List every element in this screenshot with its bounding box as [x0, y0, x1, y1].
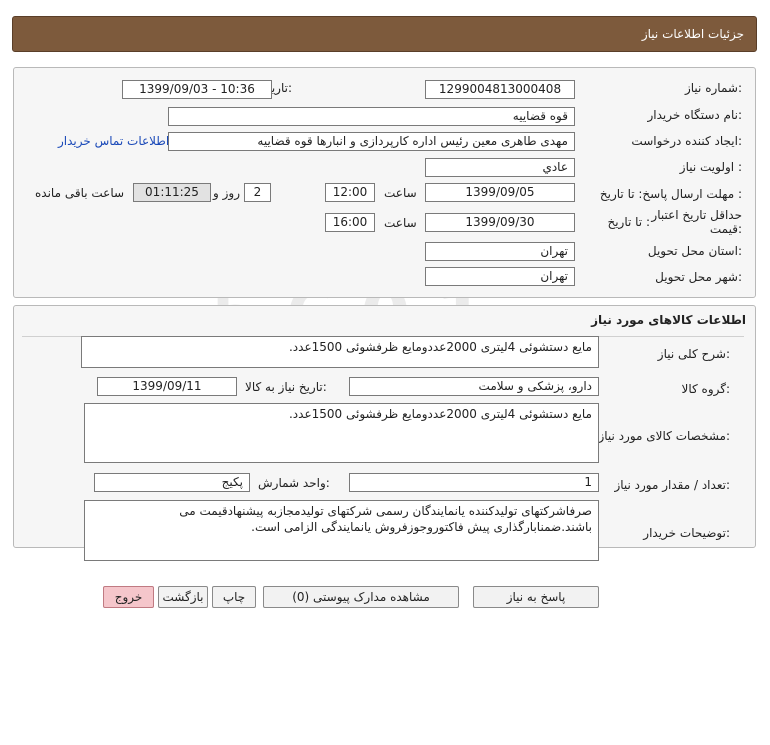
unit-label: واحد شمارش: [258, 476, 330, 490]
deadline-label: مهلت ارسال پاسخ: تا تاریخ : [599, 187, 742, 201]
deadline-time-field: 12:00 [325, 183, 375, 202]
validity-label: حداقل تاریخ اعتبار قیمت: [651, 208, 742, 236]
specs-label: مشخصات کالای مورد نیاز: [598, 429, 730, 443]
quantity-field: 1 [349, 473, 599, 492]
unit-field: پکیج [94, 473, 250, 492]
goods-group-label: گروه کالا: [681, 382, 731, 396]
buyer-contact-link[interactable]: اطلاعات تماس خریدار [58, 134, 169, 148]
deadline-date-field: 1399/09/05 [425, 183, 575, 202]
remaining-time-label: ساعت باقی مانده [35, 186, 125, 200]
need-number-field: 1299004813000408 [425, 80, 575, 99]
creator-label: ایجاد کننده درخواست: [631, 134, 742, 148]
summary-field: مایع دستشوئی 4لیتری 2000عددومایع ظرفشوئی… [81, 336, 599, 368]
goods-group-field: دارو، پزشکی و سلامت [349, 377, 599, 396]
buyer-org-field: قوه قضاییه [168, 107, 575, 126]
specs-field: مایع دستشوئی 4لیتری 2000عددومایع ظرفشوئی… [84, 403, 599, 463]
summary-label: شرح کلی نیاز: [657, 347, 730, 361]
days-remaining-field: 2 [244, 183, 271, 202]
validity-to-label: تا تاریخ : [607, 215, 650, 229]
reply-button[interactable]: پاسخ به نیاز [473, 586, 599, 608]
print-button[interactable]: چاپ [212, 586, 256, 608]
province-field: تهران [425, 242, 575, 261]
page-title: جزئیات اطلاعات نیاز [641, 27, 744, 41]
need-info-panel [13, 67, 756, 298]
goods-section-title: اطلاعات کالاهای مورد نیاز [591, 313, 746, 327]
need-number-label: شماره نیاز: [684, 81, 742, 95]
exit-button[interactable]: خروج [103, 586, 154, 608]
validity-time-field: 16:00 [325, 213, 375, 232]
buyer-notes-field: صرفاشرکتهای تولیدکننده یانمایندگان رسمی … [84, 500, 599, 561]
province-label: استان محل تحویل: [647, 244, 742, 258]
city-field: تهران [425, 267, 575, 286]
need-date-label: تاریخ نیاز به کالا: [245, 380, 327, 394]
city-label: شهر محل تحویل: [655, 270, 742, 284]
priority-label: اولویت نیاز : [679, 160, 742, 174]
validity-date-field: 1399/09/30 [425, 213, 575, 232]
need-date-field: 1399/09/11 [97, 377, 237, 396]
view-attachments-button[interactable]: مشاهده مدارک پیوستی (0) [263, 586, 459, 608]
creator-field: مهدی طاهری معین رئیس اداره کارپردازی و ا… [168, 132, 575, 151]
quantity-label: تعداد / مقدار مورد نیاز: [614, 478, 730, 492]
buyer-org-label: نام دستگاه خریدار: [647, 108, 743, 122]
buyer-notes-label: توضیحات خریدار: [643, 526, 730, 540]
announce-date-field: 1399/09/03 - 10:36 [122, 80, 272, 99]
page-header: جزئیات اطلاعات نیاز [12, 16, 757, 52]
remaining-time-field: 01:11:25 [133, 183, 211, 202]
validity-time-label: ساعت [384, 216, 417, 230]
days-label: روز و [213, 186, 240, 200]
deadline-time-label: ساعت [384, 186, 417, 200]
back-button[interactable]: بازگشت [158, 586, 208, 608]
priority-field: عادي [425, 158, 575, 177]
